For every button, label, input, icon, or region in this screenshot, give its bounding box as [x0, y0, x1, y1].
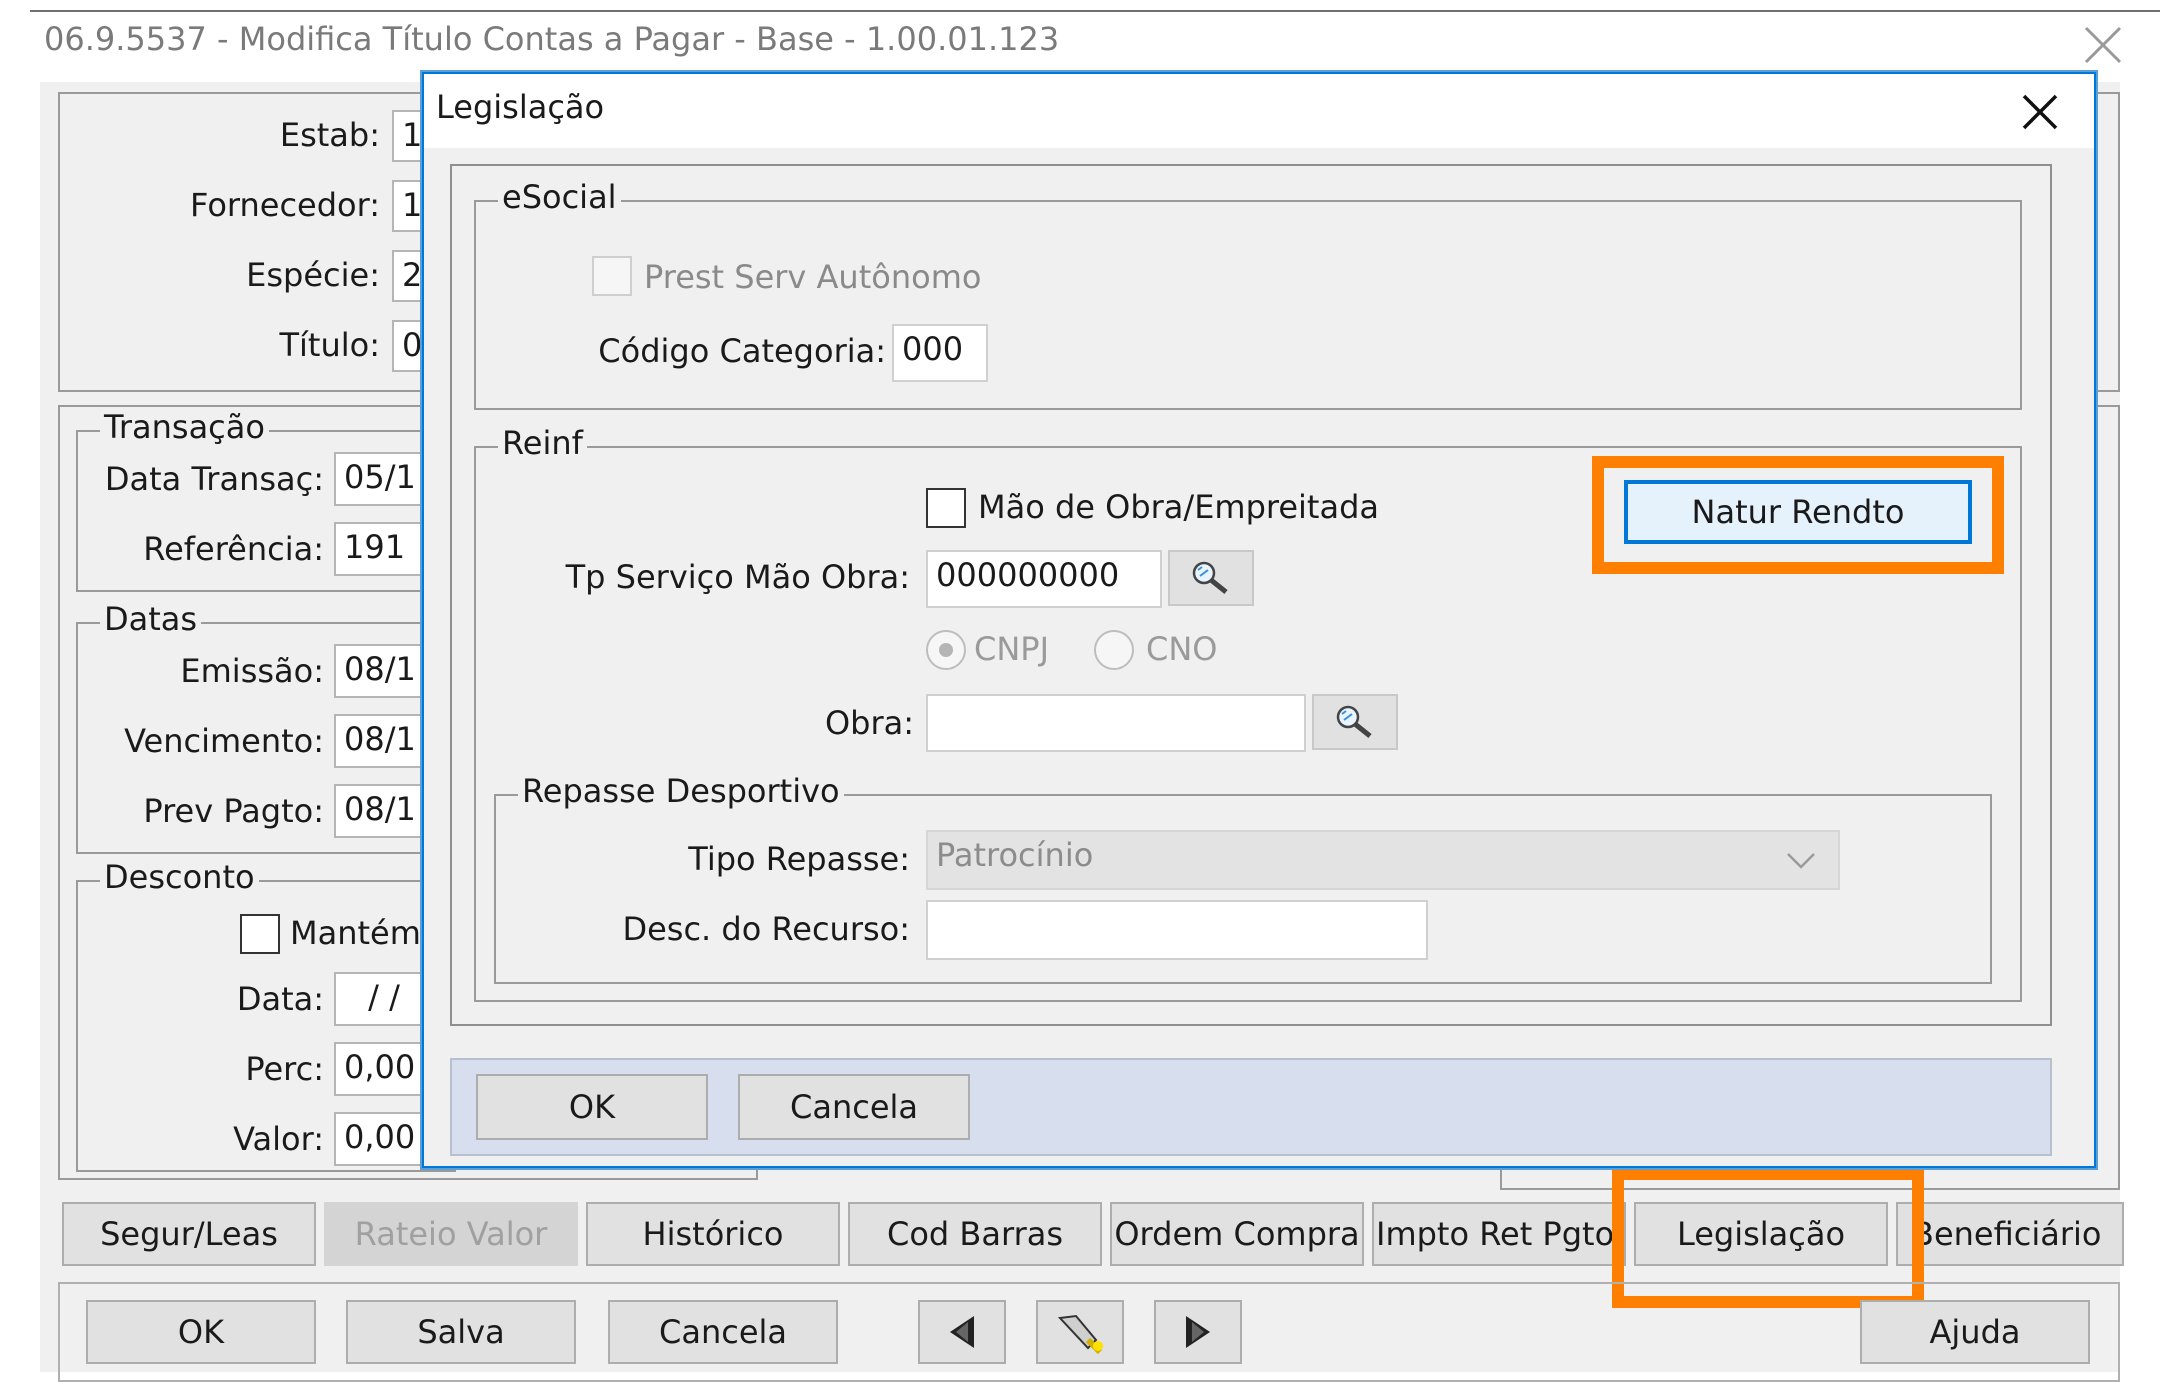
- natur-rendto-highlight: [1592, 456, 2004, 574]
- data-transac-field[interactable]: 05/1: [334, 452, 434, 506]
- main-close-icon[interactable]: [2080, 22, 2126, 68]
- desc-recurso-field[interactable]: [926, 900, 1428, 960]
- prest-serv-checkbox[interactable]: [592, 256, 632, 296]
- tipo-repasse-label: Tipo Repasse:: [688, 840, 910, 878]
- zoom-search-icon: [1336, 705, 1372, 738]
- obra-lookup-button[interactable]: [1312, 694, 1398, 750]
- desconto-data-field[interactable]: / /: [334, 972, 434, 1026]
- cnpj-label: CNPJ: [974, 630, 1050, 668]
- valor-field[interactable]: 0,00: [334, 1112, 434, 1166]
- referencia-label: Referência:: [143, 530, 324, 568]
- perc-field[interactable]: 0,00: [334, 1042, 434, 1096]
- prev-pagto-label: Prev Pagto:: [143, 792, 324, 830]
- esocial-group: eSocial: [474, 178, 2022, 410]
- codigo-categoria-label: Código Categoria:: [598, 332, 886, 370]
- cno-radio[interactable]: [1094, 630, 1134, 670]
- dialog-ok-button[interactable]: OK: [476, 1074, 708, 1140]
- mao-de-obra-checkbox[interactable]: [926, 488, 966, 528]
- cno-label: CNO: [1146, 630, 1218, 668]
- tab-ordem-compra[interactable]: Ordem Compra: [1110, 1202, 1364, 1266]
- arrow-right-icon: [1186, 1316, 1210, 1348]
- tp-servico-lookup-button[interactable]: [1168, 550, 1254, 606]
- next-record-button[interactable]: [1154, 1300, 1242, 1364]
- obra-field[interactable]: [926, 694, 1306, 752]
- codigo-categoria-field[interactable]: 000: [892, 324, 988, 382]
- tipo-repasse-select[interactable]: Patrocínio: [926, 830, 1840, 890]
- dialog-cancela-button[interactable]: Cancela: [738, 1074, 970, 1140]
- tab-impto-ret-pgto[interactable]: Impto Ret Pgto: [1372, 1202, 1626, 1266]
- tab-historico[interactable]: Histórico: [586, 1202, 840, 1266]
- tab-cod-barras[interactable]: Cod Barras: [848, 1202, 1102, 1266]
- zoom-search-icon: [1192, 561, 1228, 594]
- estab-label: Estab:: [279, 116, 380, 154]
- dialog-title: Legislação: [436, 88, 605, 126]
- vencimento-field[interactable]: 08/1: [334, 714, 434, 768]
- emissao-field[interactable]: 08/1: [334, 644, 434, 698]
- valor-label: Valor:: [233, 1120, 324, 1158]
- emissao-label: Emissão:: [180, 652, 324, 690]
- obra-label: Obra:: [824, 704, 914, 742]
- datas-title: Datas: [100, 600, 202, 638]
- mantem-label: Mantém: [290, 914, 421, 952]
- previous-record-button[interactable]: [918, 1300, 1006, 1364]
- tp-servico-field[interactable]: 000000000: [926, 550, 1162, 608]
- repasse-desportivo-title: Repasse Desportivo: [518, 772, 844, 810]
- perc-label: Perc:: [245, 1050, 324, 1088]
- vencimento-label: Vencimento:: [124, 722, 324, 760]
- prest-serv-label: Prest Serv Autônomo: [644, 258, 982, 296]
- prev-pagto-field[interactable]: 08/1: [334, 784, 434, 838]
- mantem-checkbox[interactable]: [240, 914, 280, 954]
- tab-beneficiario[interactable]: Beneficiário: [1896, 1202, 2124, 1266]
- titulo-label: Título:: [279, 326, 380, 364]
- cnpj-radio[interactable]: [926, 630, 966, 670]
- data-transac-label: Data Transaç:: [104, 460, 324, 498]
- tab-rateio-valor[interactable]: Rateio Valor: [324, 1202, 578, 1266]
- fornecedor-label: Fornecedor:: [190, 186, 380, 224]
- main-salva-button[interactable]: Salva: [346, 1300, 576, 1364]
- desconto-title: Desconto: [100, 858, 259, 896]
- tipo-repasse-value: Patrocínio: [936, 836, 1094, 874]
- mao-de-obra-label: Mão de Obra/Empreitada: [978, 488, 1379, 526]
- flashlight-icon: [1057, 1314, 1103, 1354]
- arrow-left-icon: [950, 1316, 974, 1348]
- dialog-title-bar: [424, 74, 2094, 148]
- tab-segur-leas[interactable]: Segur/Leas: [62, 1202, 316, 1266]
- main-window-title: 06.9.5537 - Modifica Título Contas a Pag…: [44, 20, 1060, 58]
- chevron-down-icon: [1787, 853, 1815, 869]
- main-cancela-button[interactable]: Cancela: [608, 1300, 838, 1364]
- reinf-title: Reinf: [498, 424, 587, 462]
- main-ajuda-button[interactable]: Ajuda: [1860, 1300, 2090, 1364]
- referencia-field[interactable]: 191: [334, 522, 434, 576]
- desc-recurso-label: Desc. do Recurso:: [622, 910, 910, 948]
- transacao-title: Transação: [100, 408, 269, 446]
- dialog-close-icon[interactable]: [2016, 88, 2064, 136]
- desconto-data-label: Data:: [236, 980, 324, 1018]
- esocial-title: eSocial: [498, 178, 621, 216]
- tp-servico-label: Tp Serviço Mão Obra:: [565, 558, 910, 596]
- main-ok-button[interactable]: OK: [86, 1300, 316, 1364]
- goto-record-button[interactable]: [1036, 1300, 1124, 1364]
- especie-label: Espécie:: [246, 256, 380, 294]
